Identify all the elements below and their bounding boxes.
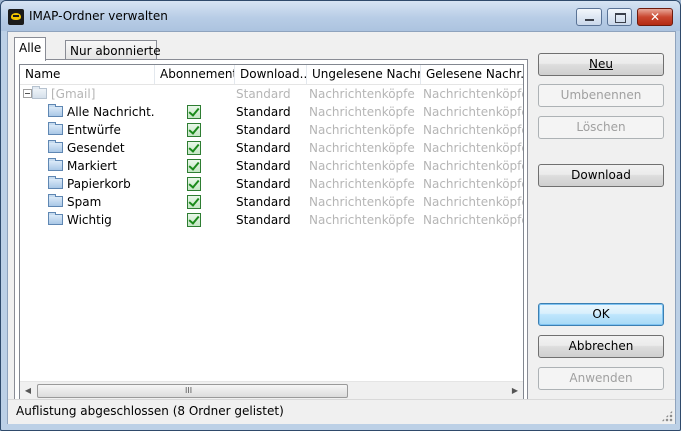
subscribed-checkbox[interactable] (187, 213, 201, 227)
tab-alle[interactable]: Alle (14, 37, 47, 61)
folder-icon (32, 86, 47, 99)
folder-icon (48, 104, 63, 117)
unread-value: Nachrichtenköpfe (309, 159, 415, 173)
unread-value: Nachrichtenköpfe (309, 123, 415, 137)
folder-name: Spam (67, 195, 102, 209)
umbenennen-button[interactable]: Umbenennen (538, 84, 664, 107)
subscribed-checkbox[interactable] (187, 195, 201, 209)
read-value: Nachrichtenköpfe (423, 87, 523, 101)
maximize-button[interactable] (607, 8, 632, 26)
folder-row[interactable]: Gesendet Standard Nachrichtenköpfe Nachr… (20, 139, 523, 157)
subscribed-checkbox[interactable] (187, 123, 201, 137)
folder-row-root[interactable]: [Gmail] Standard Nachrichtenköpfe Nachri… (20, 85, 523, 103)
resize-grip-icon[interactable] (661, 410, 673, 422)
unread-value: Nachrichtenköpfe (309, 87, 415, 101)
download-value: Standard (236, 213, 291, 227)
imap-folder-dialog: IMAP-Ordner verwalten ✕ Alle Nur abonnie… (0, 0, 681, 431)
download-value: Standard (236, 159, 291, 173)
unread-value: Nachrichtenköpfe (309, 213, 415, 227)
column-header-abonnement[interactable]: Abonnement (155, 65, 235, 84)
abbrechen-button[interactable]: Abbrechen (538, 335, 664, 358)
subscribed-checkbox[interactable] (187, 177, 201, 191)
collapse-icon[interactable] (23, 89, 32, 98)
folder-row[interactable]: Alle Nachricht... Standard Nachrichtenkö… (20, 103, 523, 121)
folder-icon (48, 212, 63, 225)
folder-icon (48, 194, 63, 207)
column-header-unread[interactable]: Ungelesene Nachr... (307, 65, 421, 84)
column-header: Name Abonnement Download... Ungelesene N… (20, 65, 523, 85)
read-value: Nachrichtenköpfe (423, 123, 523, 137)
scrollbar-thumb[interactable]: III (37, 384, 348, 398)
close-icon: ✕ (649, 10, 661, 24)
subscribed-checkbox[interactable] (187, 105, 201, 119)
read-value: Nachrichtenköpfe (423, 177, 523, 191)
download-value: Standard (236, 123, 291, 137)
unread-value: Nachrichtenköpfe (309, 195, 415, 209)
unread-value: Nachrichtenköpfe (309, 177, 415, 191)
folder-name: Entwürfe (67, 123, 121, 137)
neu-button[interactable]: Neu (538, 53, 664, 76)
unread-value: Nachrichtenköpfe (309, 105, 415, 119)
app-bat-icon (8, 9, 24, 25)
folder-name: [Gmail] (51, 87, 96, 101)
download-value: Standard (236, 177, 291, 191)
tab-nur-abonnierte[interactable]: Nur abonnierte (65, 40, 161, 60)
folder-row[interactable]: Wichtig Standard Nachrichtenköpfe Nachri… (20, 211, 523, 229)
folder-list[interactable]: Name Abonnement Download... Ungelesene N… (19, 64, 524, 400)
download-value: Standard (236, 195, 291, 209)
read-value: Nachrichtenköpfe (423, 159, 523, 173)
folder-name: Papierkorb (67, 177, 131, 191)
column-header-read[interactable]: Gelesene Nachr... (421, 65, 523, 84)
close-button[interactable]: ✕ (637, 8, 673, 26)
download-value: Standard (236, 141, 291, 155)
subscribed-checkbox[interactable] (187, 159, 201, 173)
loeschen-button[interactable]: Löschen (538, 116, 664, 139)
subscribed-checkbox[interactable] (187, 141, 201, 155)
download-value: Standard (236, 105, 291, 119)
folder-name: Alle Nachricht... (67, 105, 155, 119)
read-value: Nachrichtenköpfe (423, 195, 523, 209)
status-bar: Auflistung abgeschlossen (8 Ordner gelis… (8, 399, 675, 424)
scroll-right-arrow-icon[interactable]: ▶ (507, 382, 523, 399)
neu-button-label: Neu (589, 57, 613, 71)
read-value: Nachrichtenköpfe (423, 105, 523, 119)
folder-icon (48, 176, 63, 189)
folder-icon (48, 158, 63, 171)
folder-name: Wichtig (67, 213, 112, 227)
window-title: IMAP-Ordner verwalten (29, 9, 168, 23)
minimize-icon (585, 19, 594, 21)
scrollbar-grip-icon: III (185, 386, 193, 395)
status-text: Auflistung abgeschlossen (8 Ordner gelis… (16, 404, 284, 418)
read-value: Nachrichtenköpfe (423, 213, 523, 227)
title-bar[interactable]: IMAP-Ordner verwalten ✕ (1, 1, 680, 31)
folder-row[interactable]: Papierkorb Standard Nachrichtenköpfe Nac… (20, 175, 523, 193)
column-header-name[interactable]: Name (20, 65, 155, 84)
folder-name: Markiert (67, 159, 117, 173)
minimize-button[interactable] (576, 8, 602, 26)
folder-name: Gesendet (67, 141, 125, 155)
folder-icon (48, 140, 63, 153)
download-value: Standard (236, 87, 291, 101)
tab-panel: Name Abonnement Download... Ungelesene N… (14, 59, 528, 404)
scroll-left-arrow-icon[interactable]: ◀ (20, 382, 36, 399)
folder-row[interactable]: Markiert Standard Nachrichtenköpfe Nachr… (20, 157, 523, 175)
folder-row[interactable]: Entwürfe Standard Nachrichtenköpfe Nachr… (20, 121, 523, 139)
column-header-download[interactable]: Download... (235, 65, 307, 84)
unread-value: Nachrichtenköpfe (309, 141, 415, 155)
folder-icon (48, 122, 63, 135)
ok-button[interactable]: OK (538, 303, 664, 326)
anwenden-button[interactable]: Anwenden (538, 367, 664, 390)
download-button[interactable]: Download (538, 164, 664, 187)
folder-row[interactable]: Spam Standard Nachrichtenköpfe Nachricht… (20, 193, 523, 211)
read-value: Nachrichtenköpfe (423, 141, 523, 155)
dialog-client-area: Alle Nur abonnierte Name Abonnement Down… (7, 31, 676, 424)
maximize-icon (615, 13, 626, 23)
horizontal-scrollbar[interactable]: ◀ III ▶ (20, 381, 523, 399)
